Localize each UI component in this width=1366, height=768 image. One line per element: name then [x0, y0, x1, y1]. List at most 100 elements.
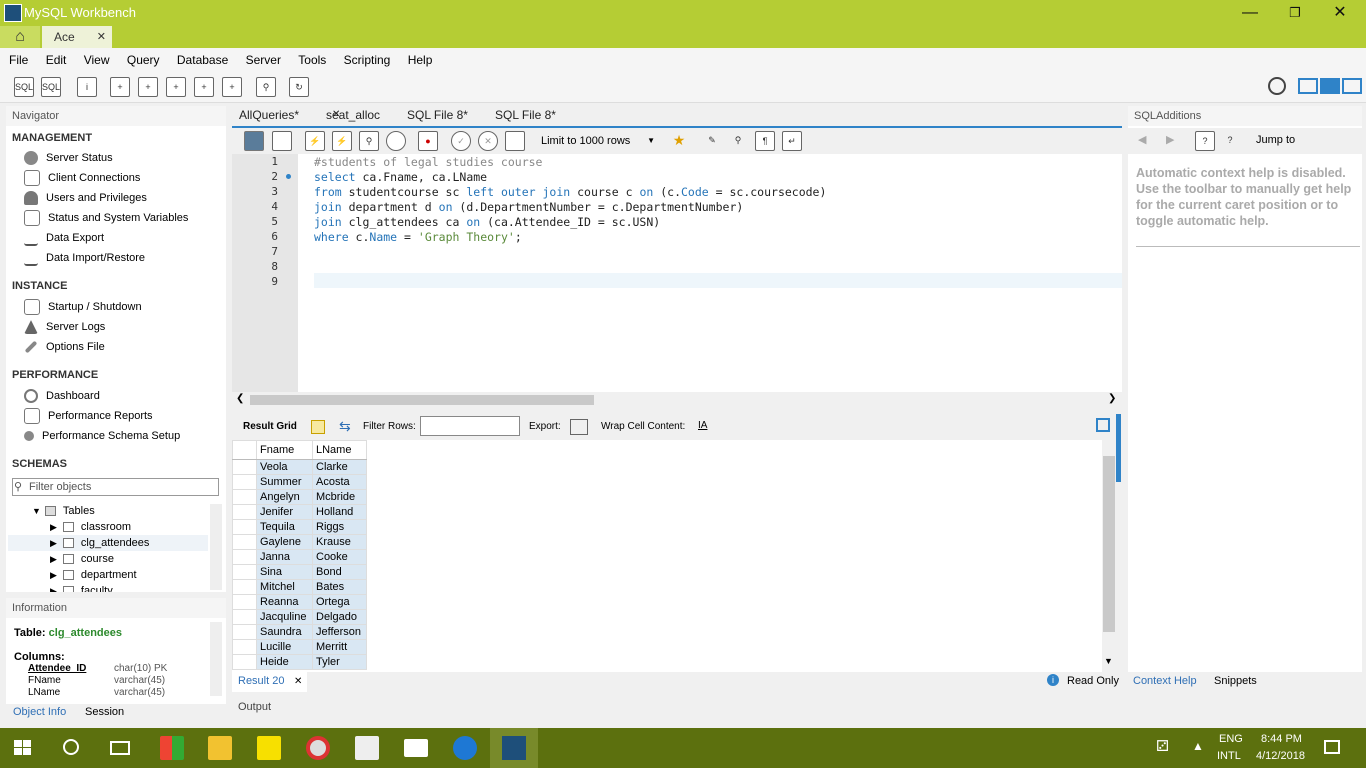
tree-table-course[interactable]: ▶ course	[50, 551, 114, 567]
close-result-icon[interactable]: ✕	[294, 676, 302, 687]
result-vertical-scrollbar[interactable]: ▼	[1102, 440, 1116, 672]
nav-startup-shutdown[interactable]: Startup / Shutdown	[24, 299, 142, 316]
search-table-data-icon[interactable]: ⚲	[256, 77, 276, 97]
filter-rows-input[interactable]	[420, 416, 520, 436]
tab-snippets[interactable]: Snippets	[1214, 675, 1257, 687]
tab-object-info[interactable]: Object Info	[13, 706, 66, 718]
result-side-tab[interactable]	[1116, 414, 1121, 482]
language-label[interactable]: ENG	[1219, 733, 1243, 745]
reconnect-icon[interactable]: ↻	[289, 77, 309, 97]
nav-client-connections[interactable]: Client Connections	[24, 170, 140, 187]
close-button[interactable]: ✕	[1326, 3, 1354, 23]
forward-icon[interactable]: ▶	[1166, 133, 1174, 146]
menu-database[interactable]: Database	[170, 48, 235, 72]
close-tab-icon[interactable]: ✕	[332, 106, 340, 124]
beautify-icon[interactable]: ✎	[702, 131, 722, 151]
chrome-icon[interactable]	[306, 736, 330, 760]
menu-view[interactable]: View	[77, 48, 117, 72]
result-grid[interactable]: Fname LName Veola Clarke Summer Acosta Ang…	[232, 440, 1102, 672]
menu-tools[interactable]: Tools	[291, 48, 333, 72]
wrap-cell-icon[interactable]: IA	[698, 420, 707, 431]
rollback-icon[interactable]: ✕	[478, 131, 498, 151]
nav-server-logs[interactable]: Server Logs	[24, 319, 105, 335]
result-tab[interactable]: Result 20 ✕	[232, 672, 307, 692]
file-explorer-icon[interactable]	[208, 736, 232, 760]
toggle-output-icon[interactable]	[1320, 78, 1340, 94]
nav-performance-schema[interactable]: Performance Schema Setup	[24, 428, 180, 444]
export-icon[interactable]	[570, 419, 588, 435]
start-windows-icon[interactable]	[14, 740, 32, 756]
store-icon[interactable]	[355, 736, 379, 760]
app-icon[interactable]	[160, 736, 184, 760]
table-row[interactable]: Lucille Merritt	[232, 639, 367, 655]
people-icon[interactable]: ⚂	[1156, 737, 1169, 755]
jump-to-label[interactable]: Jump to	[1256, 134, 1295, 146]
editor-horizontal-scrollbar[interactable]: ❮ ❯	[232, 392, 1122, 408]
connection-tab-ace[interactable]: Ace ✕	[42, 26, 112, 48]
table-row[interactable]: Gaylene Krause	[232, 534, 367, 550]
sql-editor[interactable]: 1 2 3 4 5 6 7 8 9 #students of legal stu…	[232, 154, 1122, 392]
menu-scripting[interactable]: Scripting	[337, 48, 398, 72]
output-panel-header[interactable]: Output	[232, 698, 1122, 718]
table-row[interactable]: Jenifer Holland	[232, 504, 367, 520]
nav-dashboard[interactable]: Dashboard	[24, 388, 100, 404]
language-sub-label[interactable]: INTL	[1217, 750, 1241, 762]
clock-date[interactable]: 4/12/2018	[1256, 750, 1305, 762]
search-cortana-icon[interactable]	[63, 739, 79, 755]
tab-sql-file-8-b[interactable]: SQL File 8*	[495, 106, 556, 124]
tree-tables-folder[interactable]: ▼ Tables	[32, 503, 95, 519]
create-function-icon[interactable]: +	[222, 77, 242, 97]
scroll-thumb[interactable]	[250, 395, 594, 405]
open-file-icon[interactable]	[244, 131, 264, 151]
table-row[interactable]: Angelyn Mcbride	[232, 489, 367, 505]
add-snippet-icon[interactable]: ★	[669, 131, 689, 151]
tab-allqueries[interactable]: AllQueries*	[239, 106, 299, 124]
result-form-editor-icon[interactable]	[1096, 418, 1110, 432]
auto-help-icon[interactable]: ?	[1220, 131, 1240, 151]
save-icon[interactable]	[272, 131, 292, 151]
menu-file[interactable]: File	[0, 48, 35, 72]
create-table-icon[interactable]: +	[138, 77, 158, 97]
execute-current-icon[interactable]: ⚡	[332, 131, 352, 151]
table-row[interactable]: Jacquline Delgado	[232, 609, 367, 625]
column-header-fname[interactable]: Fname	[256, 440, 313, 460]
table-row[interactable]: Veola Clarke	[232, 459, 367, 475]
new-sql-tab-icon[interactable]: SQL	[14, 77, 34, 97]
inspector-icon[interactable]: i	[77, 77, 97, 97]
maximize-button[interactable]: ❐	[1281, 3, 1309, 23]
manual-help-icon[interactable]: ?	[1195, 131, 1215, 151]
explain-icon[interactable]: ⚲	[359, 131, 379, 151]
nav-performance-reports[interactable]: Performance Reports	[24, 408, 153, 425]
tab-sql-file-8[interactable]: SQL File 8*	[407, 106, 468, 124]
grid-view-icon[interactable]	[311, 420, 325, 434]
table-row[interactable]: Reanna Ortega	[232, 594, 367, 610]
table-row[interactable]: Janna Cooke	[232, 549, 367, 565]
create-schema-icon[interactable]: +	[110, 77, 130, 97]
info-scrollbar[interactable]	[210, 622, 222, 696]
commit-icon[interactable]: ✓	[451, 131, 471, 151]
word-wrap-icon[interactable]: ↵	[782, 131, 802, 151]
tab-session[interactable]: Session	[85, 706, 124, 718]
mail-icon[interactable]	[404, 739, 428, 757]
execute-icon[interactable]: ⚡	[305, 131, 325, 151]
nav-status-variables[interactable]: Status and System Variables	[24, 210, 188, 227]
table-row[interactable]: Sina Bond	[232, 564, 367, 580]
table-row[interactable]: Summer Acosta	[232, 474, 367, 490]
open-sql-script-icon[interactable]: SQL	[41, 77, 61, 97]
nav-options-file[interactable]: Options File	[24, 339, 105, 355]
tree-table-department[interactable]: ▶ department	[50, 567, 137, 583]
menu-edit[interactable]: Edit	[39, 48, 74, 72]
column-header-lname[interactable]: LName	[312, 440, 367, 460]
filter-objects-input[interactable]: Filter objects	[12, 478, 219, 496]
back-icon[interactable]: ◀	[1138, 133, 1146, 146]
task-view-icon[interactable]	[110, 741, 130, 755]
nav-data-export[interactable]: Data Export	[24, 230, 104, 247]
find-icon[interactable]: ⚲	[728, 131, 748, 151]
toggle-continue-on-error-icon[interactable]: ●	[418, 131, 438, 151]
table-row[interactable]: Saundra Jefferson	[232, 624, 367, 640]
menu-help[interactable]: Help	[401, 48, 440, 72]
menu-server[interactable]: Server	[239, 48, 288, 72]
autocommit-icon[interactable]	[505, 131, 525, 151]
clock-time[interactable]: 8:44 PM	[1261, 733, 1302, 745]
scroll-thumb[interactable]	[1103, 456, 1115, 632]
